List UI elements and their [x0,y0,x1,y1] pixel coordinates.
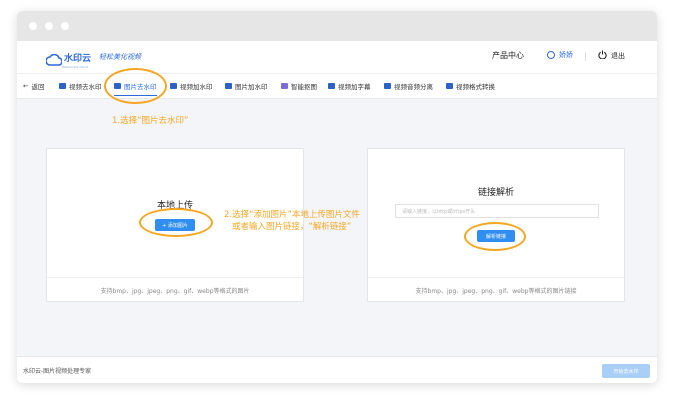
highlight-oval-parse-link [464,222,526,251]
annotation-step2-line1: 2.选择“添加图片”本地上传图片文件 [224,210,360,220]
tab-video-add-subtitle[interactable]: 视频加字幕 [328,74,371,98]
link-parse-formats: 支持bmp、jpg、jpeg、png、gif、webp等格式的图片链接 [415,288,577,295]
image-icon [225,83,232,89]
back-label: 返回 [31,83,45,91]
cloud-logo-icon [45,51,63,66]
panel-divider [368,277,624,278]
slogan: 轻松美化视频 [99,53,142,61]
annotation-step2-line2: 或者输入图片链接，“解析链接” [232,222,352,232]
back-button[interactable]: ← 返回 [23,74,44,98]
app-window: 水印云 Watermark Cloud 轻松美化视频 产品中心 娇娇 退出 ← … [17,11,657,383]
highlight-oval-add-image [139,208,213,237]
link-parse-title: 链接解析 [477,188,514,198]
tab-image-add-watermark[interactable]: 图片加水印 [225,74,268,98]
logo[interactable]: 水印云 Watermark Cloud 轻松美化视频 [45,49,142,69]
annotation-step1: 1.选择“图片去水印” [112,116,189,126]
window-dot-minimize[interactable] [45,22,53,30]
tab-video-remove-watermark[interactable]: 视频去水印 [59,74,102,98]
product-center-link[interactable]: 产品中心 [492,50,524,61]
header-divider [585,52,586,61]
user-name: 娇娇 [559,51,573,59]
start-remove-watermark-button[interactable]: 开始去水印 [602,364,650,378]
tab-smart-cutout[interactable]: 智能抠图 [281,74,317,98]
convert-icon [446,83,453,89]
logo-subtitle: Watermark Cloud [62,64,89,69]
footer-brand: 水印云-图片视频处理专家 [23,368,92,375]
tab-video-add-watermark[interactable]: 视频加水印 [170,74,213,98]
panel-divider [47,277,303,278]
video-icon [170,83,177,89]
user-icon [547,51,555,59]
logo-name: 水印云 [64,53,92,64]
product-center-label: 产品中心 [492,51,524,60]
magic-wand-icon [281,83,288,89]
audio-icon [384,83,391,89]
tab-video-audio-separation[interactable]: 视频音频分离 [384,74,433,98]
title-bar [17,11,657,41]
image-link-input[interactable]: 请输入链接，以http或https开头 [395,204,599,218]
subtitle-icon [328,83,335,89]
app-header: 水印云 Watermark Cloud 轻松美化视频 产品中心 娇娇 退出 [17,41,657,74]
bottom-bar: 水印云-图片视频处理专家 开始去水印 [17,356,657,383]
logout-button[interactable]: 退出 [598,50,625,61]
window-dot-maximize[interactable] [61,22,69,30]
power-icon [598,50,607,61]
local-upload-formats: 支持bmp、jpg、jpeg、png、gif、webp等格式的图片 [100,288,250,295]
video-icon [59,83,66,89]
highlight-oval-tab [104,68,167,104]
arrow-left-icon: ← [23,82,29,90]
window-dot-close[interactable] [29,22,37,30]
user-menu[interactable]: 娇娇 [547,50,573,60]
logout-label: 退出 [611,51,625,60]
tab-video-format-convert[interactable]: 视频格式转换 [446,74,495,98]
